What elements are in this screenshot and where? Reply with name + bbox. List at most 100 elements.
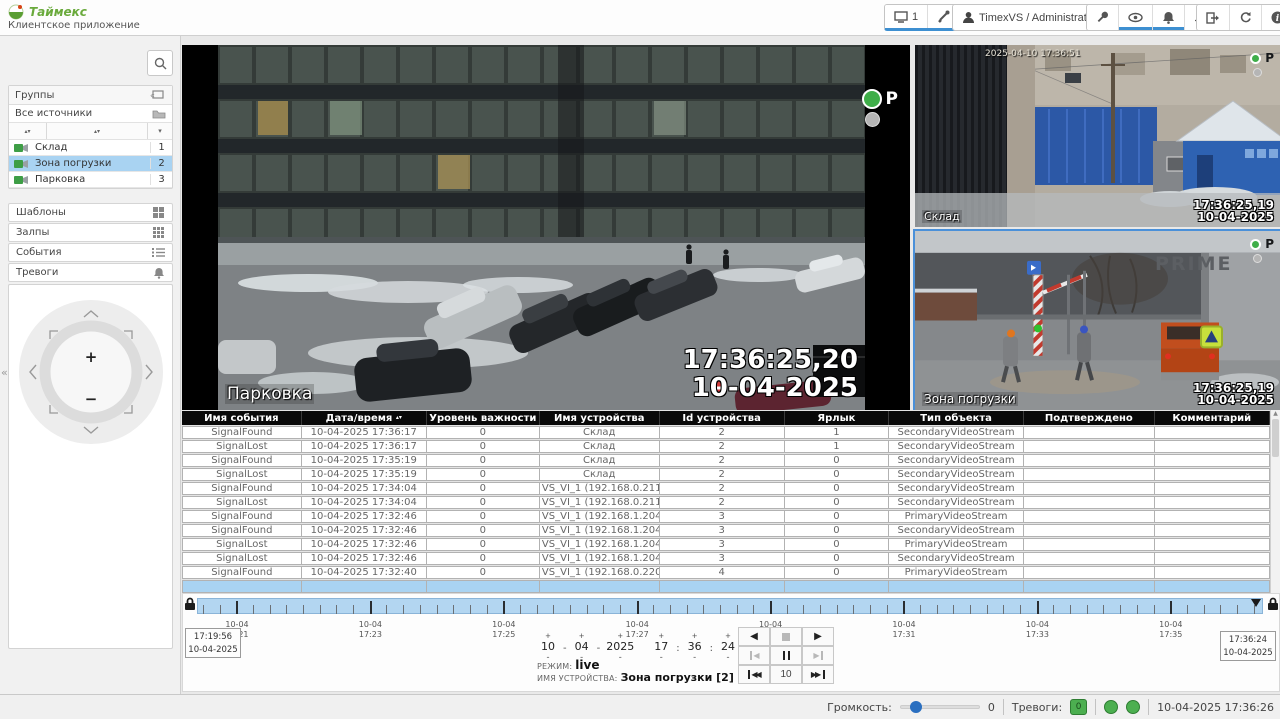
column-header-0[interactable]: Имя события [182, 411, 302, 425]
all-sources-row[interactable]: Все источники [9, 105, 172, 123]
scrollbar-thumb[interactable] [1272, 419, 1279, 457]
stop-button[interactable] [770, 627, 802, 646]
spinner-second-up[interactable]: + [725, 632, 730, 640]
datetime-spinner: +10--+04--+2025-+17-:+36-:+24- [535, 632, 741, 661]
volume-slider-thumb[interactable] [910, 701, 922, 713]
event-row-5[interactable]: SignalLost10-04-2025 17:34:040VS_VI_1 (1… [182, 496, 1270, 509]
event-row-selected-partial[interactable] [182, 580, 1270, 593]
spinner-hour-down[interactable]: - [660, 653, 663, 661]
play-reverse-button[interactable]: ◀ [738, 627, 770, 646]
events-scrollbar[interactable]: ▲ [1270, 410, 1280, 593]
user-button[interactable]: TimexVS / Administrator [953, 5, 1106, 30]
spinner-hour-up[interactable]: + [659, 632, 664, 640]
sort-icon-column1[interactable]: ▴▾ [9, 123, 47, 139]
column-header-6[interactable]: Тип объекта [889, 411, 1024, 425]
events-table-container: Имя событияДата/время ▴▾Уровень важности… [182, 410, 1270, 593]
event-row-9[interactable]: SignalLost10-04-2025 17:32:460VS_VI_1 (1… [182, 552, 1270, 565]
next-frame-button[interactable]: ▶ [802, 646, 834, 665]
column-header-3[interactable]: Имя устройства [540, 411, 660, 425]
ptz-zoom-out: − [85, 390, 98, 408]
column-header-4[interactable]: Id устройства [660, 411, 785, 425]
event-row-0[interactable]: SignalFound10-04-2025 17:36:170Склад21Se… [182, 426, 1270, 439]
spinner-day-up[interactable]: + [545, 632, 550, 640]
volume-slider[interactable] [900, 701, 980, 713]
search-button[interactable] [147, 50, 173, 76]
zona-stream-indicator[interactable]: P [1250, 237, 1274, 263]
event-row-4[interactable]: SignalFound10-04-2025 17:34:040VS_VI_1 (… [182, 482, 1270, 495]
skip-back-button[interactable]: ◀◀ [738, 665, 770, 684]
stream-secondary-dot[interactable] [1253, 68, 1262, 77]
collapse-groups-icon: « [150, 90, 166, 100]
camera-sklad[interactable]: 2025-04-10 17:36:51 P Склад 17:36:25,191… [915, 45, 1280, 227]
event-row-10[interactable]: SignalFound10-04-2025 17:32:400VS_VI_1 (… [182, 566, 1270, 579]
event-row-2[interactable]: SignalFound10-04-2025 17:35:190Склад20Se… [182, 454, 1270, 467]
play-forward-button[interactable]: ▶ [802, 627, 834, 646]
stream-secondary-dot[interactable] [865, 112, 880, 127]
event-row-3[interactable]: SignalLost10-04-2025 17:35:190Склад20Sec… [182, 468, 1270, 481]
settings-button[interactable] [1087, 5, 1118, 30]
alarms-button[interactable] [1152, 5, 1184, 30]
camera-zona-pogruzki[interactable]: PRIME P Зона погрузки 17:36:25,1910-04-2… [915, 231, 1280, 410]
sidebar-collapse-chevron[interactable]: « [1, 366, 8, 379]
column-header-5[interactable]: Ярлык [785, 411, 889, 425]
spinner-minute-up[interactable]: + [692, 632, 697, 640]
timeline-lock-left-icon[interactable] [184, 597, 196, 611]
speed-step-button[interactable]: 10 [770, 665, 802, 684]
svg-text:i: i [1276, 14, 1280, 24]
tree-row-2[interactable]: Парковка3 [9, 172, 172, 188]
monitor-icon [894, 11, 908, 23]
sort-icon-column2[interactable]: ▴▾ [47, 123, 148, 139]
spinner-year: +2025- [602, 632, 638, 661]
tree-row-number: 3 [150, 174, 172, 185]
monitor-select-button[interactable]: 1 [885, 5, 927, 28]
info-button[interactable]: i [1261, 5, 1280, 30]
spinner-minute-down[interactable]: - [693, 653, 696, 661]
timeline-lock-right-icon[interactable] [1267, 597, 1279, 611]
main-stream-indicator[interactable]: P [862, 89, 898, 127]
refresh-button[interactable] [1229, 5, 1261, 30]
sidebar-section-salvos[interactable]: Залпы [8, 223, 173, 242]
event-row-6[interactable]: SignalFound10-04-2025 17:32:460VS_VI_1 (… [182, 510, 1270, 523]
stream-secondary-dot[interactable] [1253, 254, 1262, 263]
spinner-second-down[interactable]: - [726, 653, 729, 661]
eye-icon [1128, 12, 1143, 23]
sidebar-section-events[interactable]: События [8, 243, 173, 262]
tree-row-name: Склад [33, 142, 150, 153]
column-header-8[interactable]: Комментарий [1155, 411, 1270, 425]
event-row-8[interactable]: SignalLost10-04-2025 17:32:460VS_VI_1 (1… [182, 538, 1270, 551]
camera-label: Склад [922, 210, 962, 223]
sklad-stream-indicator[interactable]: P [1250, 51, 1274, 77]
pause-button[interactable] [770, 646, 802, 665]
view-button[interactable] [1118, 5, 1152, 30]
spinner-year-up[interactable]: + [618, 632, 623, 640]
spinner-month: +04- [569, 632, 595, 661]
skip-forward-button[interactable]: ▶▶ [802, 665, 834, 684]
ptz-joystick[interactable]: + − [16, 297, 166, 447]
folder-icon [152, 109, 166, 119]
timeline-tick-label-5: 10-0417:31 [882, 620, 926, 640]
spinner-year-down[interactable]: - [619, 653, 622, 661]
tree-row-0[interactable]: Склад1 [9, 140, 172, 156]
event-row-7[interactable]: SignalFound10-04-2025 17:32:460VS_VI_1 (… [182, 524, 1270, 537]
event-row-1[interactable]: SignalLost10-04-2025 17:36:170Склад21Sec… [182, 440, 1270, 453]
tree-row-1[interactable]: Зона погрузки2 [9, 156, 172, 172]
sidebar-section-templates[interactable]: Шаблоны [8, 203, 173, 222]
prev-frame-button[interactable]: ◀ [738, 646, 770, 665]
camera-main-parkovka[interactable]: P Парковка 17:36:25,2010-04-2025 [182, 45, 910, 410]
column-header-2[interactable]: Уровень важности [427, 411, 540, 425]
alarm-status-dot-2[interactable] [1126, 700, 1140, 714]
range-start-box: 17:19:5610-04-2025 [185, 628, 241, 658]
timeline-now-marker[interactable] [1251, 599, 1261, 607]
events-header-row[interactable]: Имя событияДата/время ▴▾Уровень важности… [182, 411, 1270, 425]
column-header-7[interactable]: Подтверждено [1024, 411, 1155, 425]
column-header-1[interactable]: Дата/время ▴▾ [302, 411, 427, 425]
timeline-band[interactable] [197, 598, 1263, 614]
logout-icon-button[interactable] [1197, 5, 1229, 30]
groups-header[interactable]: Группы « [9, 86, 172, 105]
alarm-status-dot-1[interactable] [1104, 700, 1118, 714]
alarm-counter-badge[interactable]: 0 [1070, 699, 1087, 715]
spinner-month-up[interactable]: + [579, 632, 584, 640]
sidebar-section-alarms[interactable]: Тревоги [8, 263, 173, 282]
filter-dropdown-icon[interactable]: ▾ [148, 123, 172, 139]
scene-building-text: PRIME [1155, 253, 1233, 275]
